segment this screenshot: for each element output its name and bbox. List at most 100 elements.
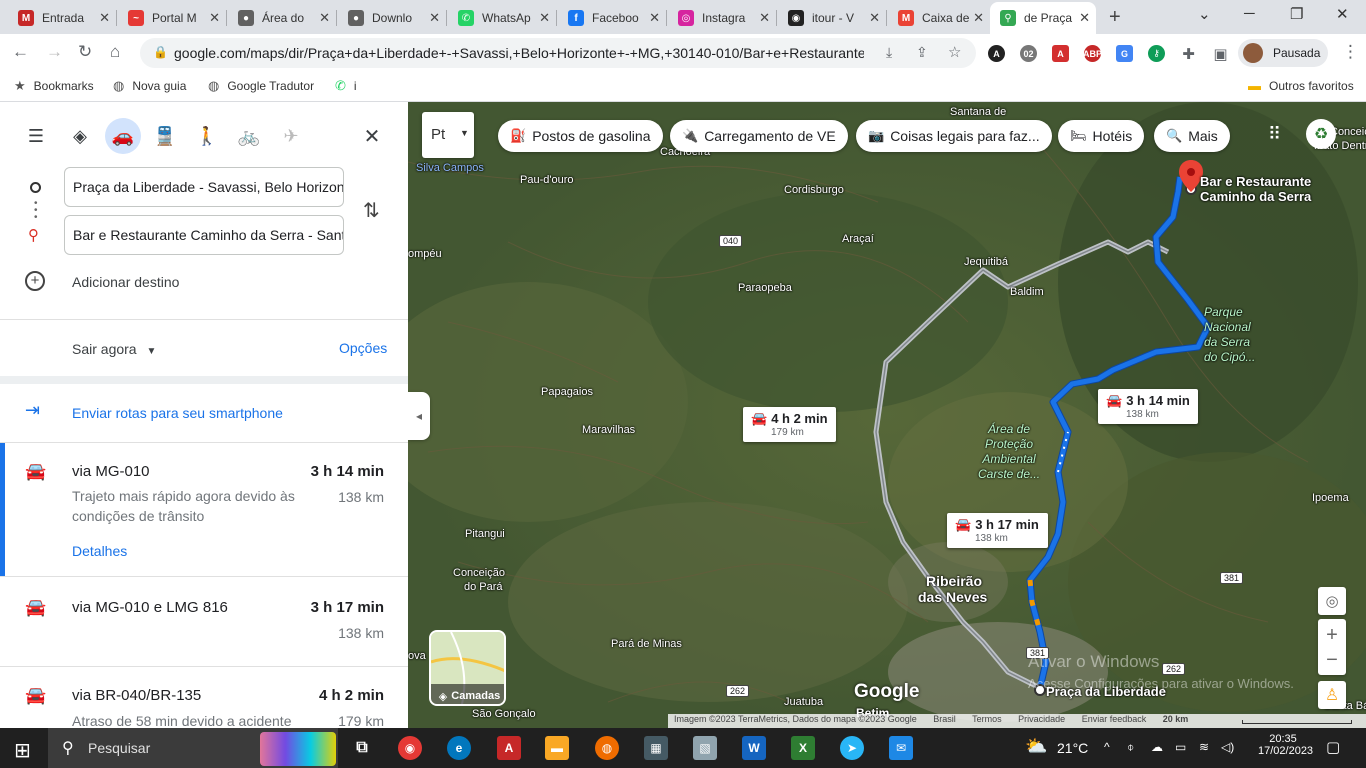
notifications-icon[interactable]: ▢ bbox=[1326, 738, 1340, 756]
bookmark-google-tradutor[interactable]: ◍ Google Tradutor bbox=[208, 78, 314, 94]
close-tab-icon[interactable]: ✕ bbox=[869, 10, 880, 26]
tab-google-maps[interactable]: ⚲ de Praça ✕ bbox=[990, 2, 1096, 34]
close-tab-icon[interactable]: ✕ bbox=[759, 10, 770, 26]
transit-mode-icon[interactable]: 🚆 bbox=[151, 122, 179, 150]
menu-kebab-icon[interactable]: ⋮ bbox=[1342, 42, 1359, 62]
forward-button[interactable]: → bbox=[46, 42, 63, 62]
close-tab-icon[interactable]: ✕ bbox=[99, 10, 110, 26]
wifi-icon[interactable]: ≋ bbox=[1199, 740, 1209, 754]
map-canvas[interactable]: Santana de Silva Campos Cachoeira Pau-d'… bbox=[408, 102, 1366, 728]
route-option-1[interactable]: 🚘 via MG-010 3 h 14 min 138 km Trajeto m… bbox=[0, 443, 408, 576]
tab-download[interactable]: ● Downlo ✕ bbox=[338, 4, 446, 32]
tab-facebook[interactable]: f Faceboo ✕ bbox=[558, 4, 666, 32]
driving-mode-icon[interactable]: 🚗 bbox=[105, 118, 141, 154]
destination-input[interactable]: Bar e Restaurante Caminho da Serra - San… bbox=[64, 215, 344, 255]
close-window-button[interactable]: ✕ bbox=[1336, 5, 1349, 23]
close-tab-icon[interactable]: ✕ bbox=[209, 10, 220, 26]
battery-icon[interactable]: ▭ bbox=[1175, 740, 1186, 754]
zoom-out-button[interactable]: − bbox=[1326, 648, 1338, 672]
cycling-mode-icon[interactable]: 🚲 bbox=[235, 122, 263, 150]
account-avatar[interactable]: ♻ bbox=[1306, 119, 1336, 149]
bookmark-star-icon[interactable]: ☆ bbox=[948, 43, 961, 61]
meet-icon[interactable]: ⌽ bbox=[1127, 740, 1134, 755]
translate-extension-icon[interactable]: G bbox=[1116, 45, 1133, 62]
key-extension-icon[interactable]: ⚷ bbox=[1148, 45, 1165, 62]
chip-hoteis[interactable]: 🛏 Hotéis bbox=[1058, 120, 1145, 152]
chip-coisas-legais[interactable]: 📷 Coisas legais para faz... bbox=[856, 120, 1052, 152]
menu-hamburger-icon[interactable]: ☰ bbox=[22, 122, 50, 150]
tab-gmail-caixa[interactable]: M Caixa de ✕ bbox=[888, 4, 990, 32]
close-tab-icon[interactable]: ✕ bbox=[319, 10, 330, 26]
install-app-icon[interactable]: ⤓ bbox=[886, 44, 892, 61]
other-bookmarks[interactable]: ▬ Outros favoritos bbox=[1248, 78, 1354, 93]
route-option-3[interactable]: 🚘 via BR-040/BR-135 4 h 2 min 179 km Atr… bbox=[0, 667, 408, 728]
paint-taskbar-icon[interactable]: ▧ bbox=[693, 736, 717, 760]
chip-postos-gasolina[interactable]: ⛽ Postos de gasolina bbox=[498, 120, 663, 152]
close-tab-icon[interactable]: ✕ bbox=[539, 10, 550, 26]
share-icon[interactable]: ⇪ bbox=[916, 44, 928, 61]
volume-icon[interactable]: ◁) bbox=[1221, 740, 1234, 754]
scale-label[interactable]: 20 km bbox=[1163, 714, 1189, 724]
adblock-extension-icon[interactable]: ABP bbox=[1083, 45, 1102, 62]
word-taskbar-icon[interactable]: W bbox=[742, 736, 766, 760]
route-bubble-1[interactable]: 🚘 3 h 14 min 138 km bbox=[1098, 389, 1198, 424]
my-location-icon[interactable]: ◎ bbox=[1318, 587, 1346, 615]
close-tab-icon[interactable]: ✕ bbox=[1079, 10, 1090, 26]
address-bar[interactable]: 🔒 google.com/maps/dir/Praça+da+Liberdade… bbox=[140, 38, 976, 68]
calculator-taskbar-icon[interactable]: ▦ bbox=[644, 736, 668, 760]
task-view-icon[interactable]: ⧉ bbox=[350, 736, 374, 760]
taskbar-search[interactable]: ⚲ Pesquisar bbox=[48, 728, 338, 768]
destination-label[interactable]: Bar e Restaurante Caminho da Serra bbox=[1200, 174, 1311, 204]
add-destination-label[interactable]: Adicionar destino bbox=[72, 274, 179, 290]
tab-area[interactable]: ● Área do ✕ bbox=[228, 4, 336, 32]
bookmark-whatsapp[interactable]: ✆ i bbox=[335, 78, 357, 94]
excel-taskbar-icon[interactable]: X bbox=[791, 736, 815, 760]
new-tab-button[interactable]: + bbox=[1109, 6, 1121, 29]
best-route-icon[interactable]: ◈ bbox=[66, 122, 94, 150]
country-link[interactable]: Brasil bbox=[933, 714, 956, 724]
windows-start-icon[interactable]: ⊞ bbox=[14, 738, 31, 763]
extension-02-icon[interactable]: 02 bbox=[1020, 45, 1037, 62]
extensions-puzzle-icon[interactable]: ✚ bbox=[1180, 45, 1197, 63]
minimize-button[interactable]: ─ bbox=[1244, 5, 1255, 22]
tab-instagram[interactable]: ◎ Instagra ✕ bbox=[668, 4, 776, 32]
tab-whatsapp[interactable]: ✆ WhatsAp ✕ bbox=[448, 4, 556, 32]
tab-gmail-inbox[interactable]: M Entrada ✕ bbox=[8, 4, 116, 32]
acrobat-extension-icon[interactable]: A bbox=[1052, 45, 1069, 62]
weather-icon[interactable]: ⛅ bbox=[1025, 736, 1047, 757]
weather-temp[interactable]: 21°C bbox=[1057, 740, 1088, 756]
chip-mais[interactable]: 🔍 Mais bbox=[1154, 120, 1230, 152]
close-tab-icon[interactable]: ✕ bbox=[973, 10, 984, 26]
feedback-link[interactable]: Enviar feedback bbox=[1082, 714, 1147, 724]
depart-time-select[interactable]: Sair agora ▼ bbox=[72, 341, 156, 357]
reload-button[interactable]: ↻ bbox=[78, 42, 92, 62]
back-button[interactable]: ← bbox=[12, 42, 29, 62]
zoom-in-button[interactable]: + bbox=[1326, 622, 1338, 648]
route-option-2[interactable]: 🚘 via MG-010 e LMG 816 3 h 17 min 138 km bbox=[0, 577, 408, 665]
clock[interactable]: 20:35 17/02/2023 bbox=[1258, 733, 1313, 757]
profile-button[interactable]: Pausada bbox=[1238, 39, 1328, 67]
collapse-panel-button[interactable]: ◂ bbox=[408, 392, 430, 440]
telegram-taskbar-icon[interactable]: ➤ bbox=[840, 736, 864, 760]
tray-chevron-icon[interactable]: ^ bbox=[1104, 740, 1110, 754]
firefox-taskbar-icon[interactable]: ◍ bbox=[595, 736, 619, 760]
side-panel-icon[interactable]: ▣ bbox=[1212, 45, 1229, 63]
walking-mode-icon[interactable]: 🚶 bbox=[193, 122, 221, 150]
close-tab-icon[interactable]: ✕ bbox=[649, 10, 660, 26]
apps-grid-icon[interactable]: ⠿ bbox=[1268, 124, 1281, 145]
privacy-link[interactable]: Privacidade bbox=[1018, 714, 1065, 724]
add-destination-icon[interactable]: + bbox=[25, 271, 45, 291]
pegman-icon[interactable]: ♙ bbox=[1318, 681, 1346, 709]
tab-portal[interactable]: ~ Portal M ✕ bbox=[118, 4, 226, 32]
acrobat-taskbar-icon[interactable]: A bbox=[497, 736, 521, 760]
send-to-phone-link[interactable]: Enviar rotas para seu smartphone bbox=[72, 405, 283, 421]
mail-taskbar-icon[interactable]: ✉ bbox=[889, 736, 913, 760]
home-button[interactable]: ⌂ bbox=[110, 42, 120, 62]
options-link[interactable]: Opções bbox=[339, 340, 387, 356]
flight-mode-icon[interactable]: ✈ bbox=[277, 122, 305, 150]
extension-a-icon[interactable]: A bbox=[988, 45, 1005, 62]
terms-link[interactable]: Termos bbox=[972, 714, 1002, 724]
layers-button[interactable]: ◈ Camadas bbox=[429, 630, 506, 706]
bookmark-bookmarks[interactable]: ★ Bookmarks bbox=[14, 78, 94, 94]
onedrive-icon[interactable]: ☁ bbox=[1151, 740, 1163, 754]
